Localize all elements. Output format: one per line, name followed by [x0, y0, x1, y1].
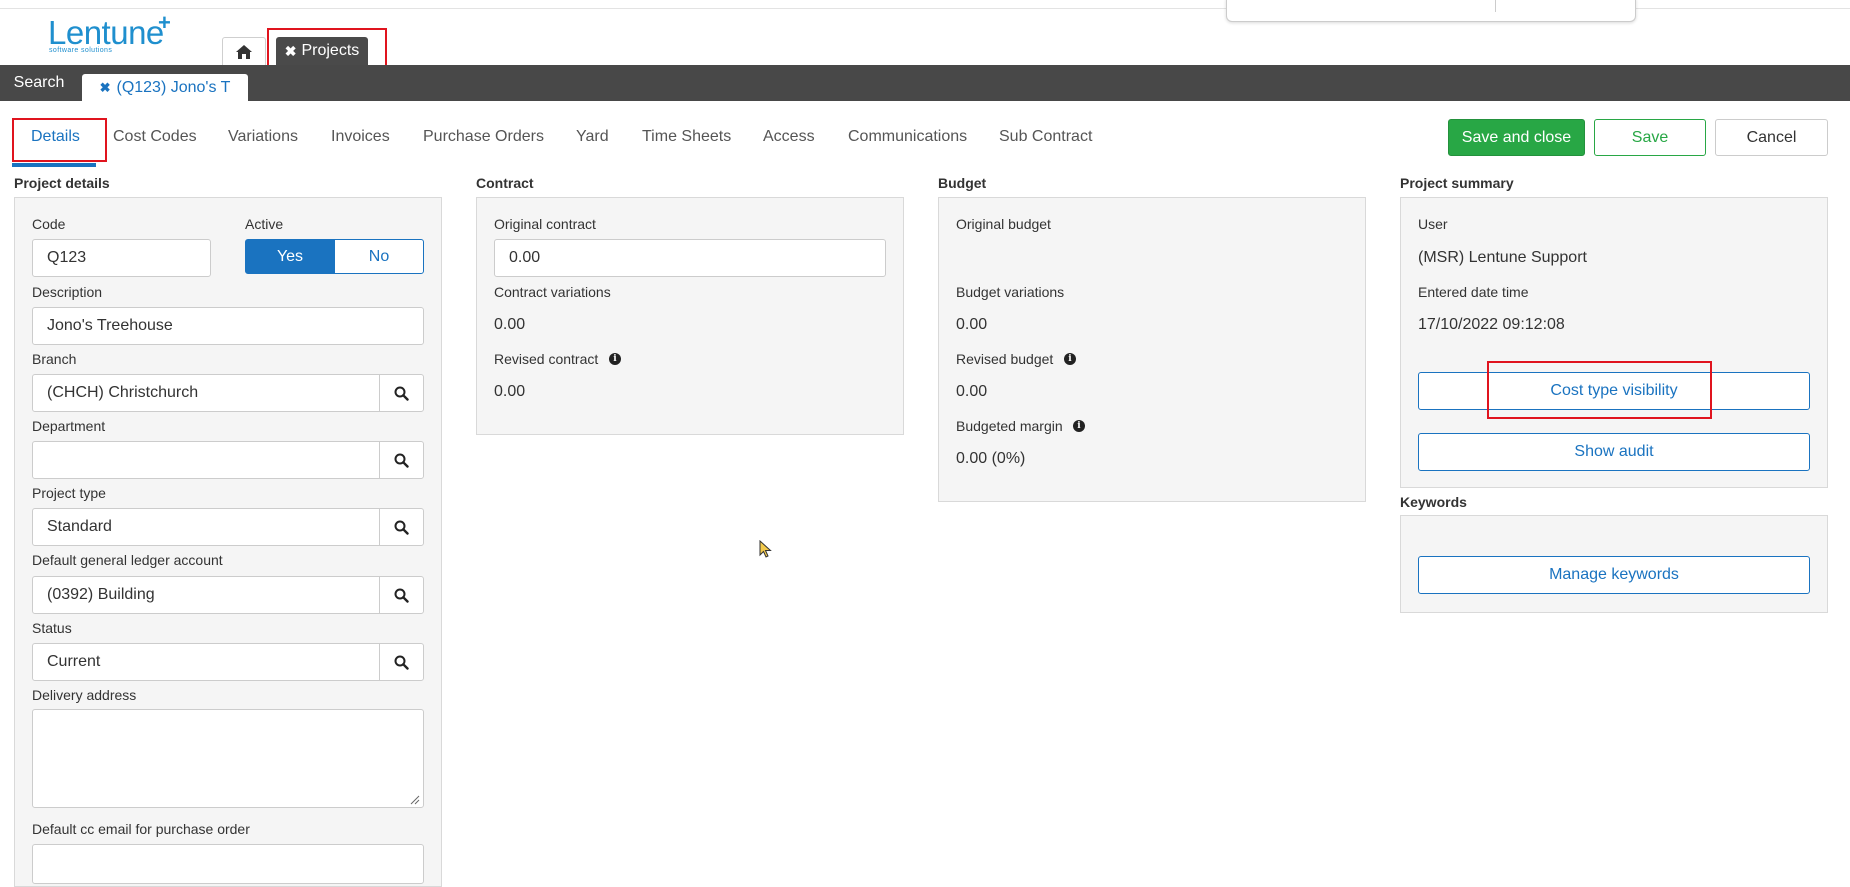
gl-account-label: Default general ledger account — [32, 552, 223, 568]
dropdown-popup — [1226, 0, 1636, 22]
code-label: Code — [32, 216, 66, 232]
status-field[interactable]: Current — [32, 643, 424, 681]
search-tab[interactable]: Search — [0, 65, 78, 101]
show-audit-button[interactable]: Show audit — [1418, 433, 1810, 471]
record-tab[interactable]: ✖ (Q123) Jono's T — [82, 74, 248, 101]
tab-invoices[interactable]: Invoices — [331, 128, 390, 150]
active-tab-indicator — [12, 163, 96, 167]
delivery-address-textarea[interactable] — [32, 709, 424, 808]
info-icon[interactable]: i — [1064, 353, 1076, 365]
branch-label: Branch — [32, 351, 77, 367]
search-icon — [394, 453, 409, 468]
budget-variations-value: 0.00 — [956, 316, 988, 333]
search-icon — [394, 386, 409, 401]
user-value: (MSR) Lentune Support — [1418, 249, 1587, 266]
cc-email-label: Default cc email for purchase order — [32, 821, 250, 837]
entered-date-label: Entered date time — [1418, 284, 1529, 300]
project-type-field[interactable]: Standard — [32, 508, 424, 546]
contract-variations-value: 0.00 — [494, 316, 526, 333]
record-tab-label: (Q123) Jono's T — [116, 78, 231, 96]
active-yes-toggle[interactable]: Yes — [245, 239, 335, 274]
tab-yard[interactable]: Yard — [576, 128, 609, 150]
contract-title: Contract — [476, 175, 534, 191]
info-icon[interactable]: i — [1073, 420, 1085, 432]
status-search-button[interactable] — [379, 644, 423, 680]
tab-cost-codes[interactable]: Cost Codes — [113, 128, 197, 150]
active-label: Active — [245, 216, 284, 232]
status-value: Current — [47, 653, 101, 670]
original-contract-input[interactable]: 0.00 — [494, 239, 886, 277]
save-and-close-button[interactable]: Save and close — [1448, 119, 1585, 156]
tab-time-sheets[interactable]: Time Sheets — [642, 128, 731, 150]
budgeted-margin-value: 0.00 (0%) — [956, 450, 1026, 467]
department-search-button[interactable] — [379, 442, 423, 478]
budget-variations-label: Budget variations — [956, 284, 1065, 300]
code-input[interactable]: Q123 — [32, 239, 211, 277]
home-icon — [236, 44, 252, 59]
gl-account-search-button[interactable] — [379, 577, 423, 613]
search-icon — [394, 655, 409, 670]
budget-title: Budget — [938, 175, 987, 191]
highlight-cost-type-button — [1487, 361, 1712, 419]
status-label: Status — [32, 620, 72, 636]
revised-contract-value: 0.00 — [494, 383, 526, 400]
original-contract-label: Original contract — [494, 216, 596, 232]
branch-field[interactable]: (CHCH) Christchurch — [32, 374, 424, 412]
gl-account-field[interactable]: (0392) Building — [32, 576, 424, 614]
logo-tagline: software solutions — [49, 47, 113, 54]
tab-purchase-orders[interactable]: Purchase Orders — [423, 128, 544, 150]
search-icon — [394, 588, 409, 603]
tab-variations[interactable]: Variations — [228, 128, 298, 150]
project-type-label: Project type — [32, 485, 106, 501]
revised-budget-label: Revised budget — [956, 351, 1054, 367]
description-input[interactable]: Jono's Treehouse — [32, 307, 424, 345]
user-label: User — [1418, 216, 1448, 232]
budgeted-margin-label: Budgeted margin — [956, 418, 1063, 434]
revised-contract-label: Revised contract — [494, 351, 599, 367]
save-button[interactable]: Save — [1594, 119, 1706, 156]
tab-sub-contract[interactable]: Sub Contract — [999, 128, 1092, 150]
active-no-toggle[interactable]: No — [334, 239, 424, 274]
search-icon — [394, 520, 409, 535]
close-icon[interactable]: ✖ — [100, 80, 111, 96]
project-details-title: Project details — [14, 175, 110, 191]
department-label: Department — [32, 418, 106, 434]
project-type-value: Standard — [47, 518, 112, 535]
logo-plus: + — [158, 10, 171, 35]
revised-budget-value: 0.00 — [956, 383, 988, 400]
original-budget-label: Original budget — [956, 216, 1051, 232]
contract-variations-label: Contract variations — [494, 284, 611, 300]
mouse-cursor-icon — [759, 540, 772, 558]
manage-keywords-button[interactable]: Manage keywords — [1418, 556, 1810, 594]
tab-access[interactable]: Access — [763, 128, 815, 150]
cancel-button[interactable]: Cancel — [1715, 119, 1828, 156]
project-summary-title: Project summary — [1400, 175, 1514, 191]
highlight-details-tab — [12, 118, 107, 162]
contract-panel — [476, 197, 904, 435]
entered-date-value: 17/10/2022 09:12:08 — [1418, 316, 1565, 333]
lentune-logo: Lentune + software solutions — [48, 10, 188, 58]
cc-email-input[interactable] — [32, 844, 424, 884]
department-field[interactable] — [32, 441, 424, 479]
resize-handle-icon[interactable] — [409, 794, 420, 805]
info-icon[interactable]: i — [609, 353, 621, 365]
home-tab[interactable] — [222, 37, 266, 65]
gl-account-value: (0392) Building — [47, 586, 155, 603]
keywords-title: Keywords — [1400, 494, 1467, 510]
description-label: Description — [32, 284, 103, 300]
branch-search-button[interactable] — [379, 375, 423, 411]
branch-value: (CHCH) Christchurch — [47, 384, 199, 401]
delivery-address-label: Delivery address — [32, 687, 137, 703]
project-type-search-button[interactable] — [379, 509, 423, 545]
record-tab-bar — [0, 65, 1850, 101]
tab-communications[interactable]: Communications — [848, 128, 967, 150]
